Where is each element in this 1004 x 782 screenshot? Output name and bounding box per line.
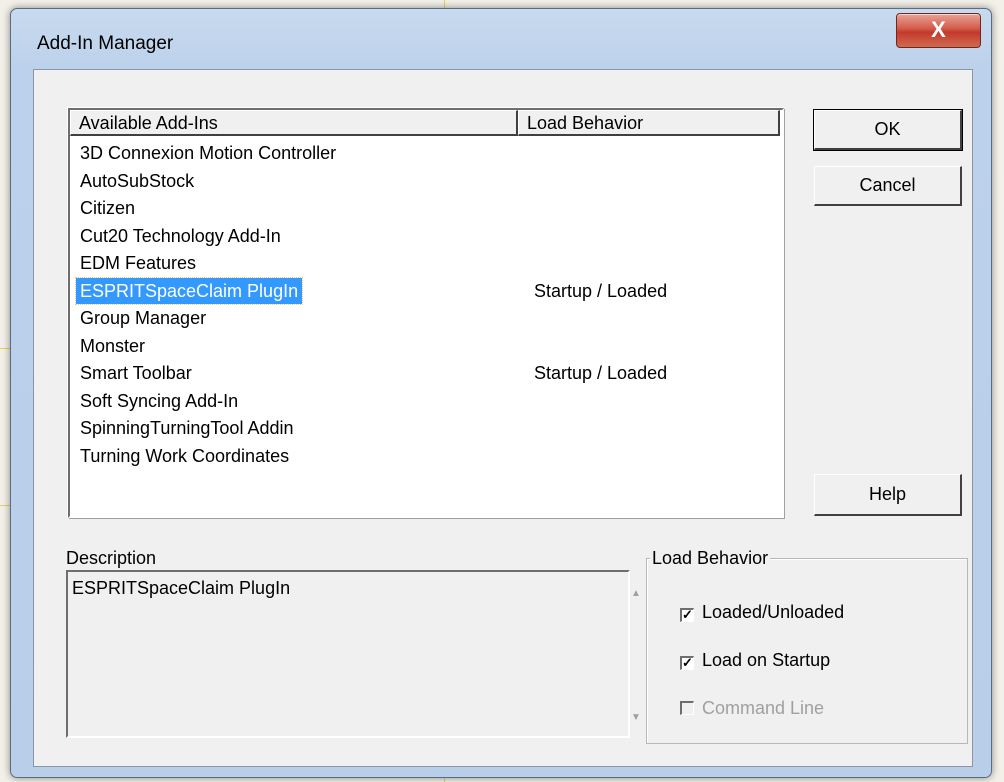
title-bar[interactable]: Add-In Manager X	[11, 9, 991, 73]
add-in-name: AutoSubStock	[80, 170, 195, 191]
command-line-label: Command Line	[702, 698, 825, 718]
list-item[interactable]: Monster	[70, 333, 782, 361]
description-label: Description	[66, 548, 157, 568]
add-in-name: Smart Toolbar	[80, 363, 192, 383]
list-rows: 3D Connexion Motion Controller AutoSubSto…	[70, 140, 782, 470]
list-item[interactable]: SpinningTurningTool Addin	[70, 415, 782, 443]
add-in-name: Group Manager	[80, 308, 207, 328]
scroll-down-arrow-icon[interactable]: ▼	[631, 712, 641, 723]
background-guide-line	[0, 348, 10, 349]
background-guide-line	[0, 505, 10, 506]
list-item[interactable]: Turning Work Coordinates	[70, 443, 782, 471]
cancel-button[interactable]: Cancel	[814, 166, 962, 206]
command-line-checkbox	[680, 701, 694, 715]
add-in-load-behavior: Startup / Loaded	[534, 363, 668, 383]
list-item[interactable]: ESPRITSpaceClaim PlugIn Startup / Loaded	[70, 276, 782, 306]
loaded-unloaded-checkbox[interactable]: ✓	[680, 608, 694, 622]
add-in-name: ESPRITSpaceClaim PlugIn	[74, 276, 304, 305]
column-header-load-behavior[interactable]: Load Behavior	[518, 110, 780, 136]
list-item[interactable]: EDM Features	[70, 250, 782, 278]
add-in-name: Turning Work Coordinates	[80, 445, 290, 466]
list-header: Available Add-Ins Load Behavior	[70, 110, 782, 138]
add-in-name: 3D Connexion Motion Controller	[80, 143, 337, 163]
add-in-manager-dialog: Add-In Manager X Available Add-Ins Load …	[10, 8, 992, 778]
list-item[interactable]: Citizen	[70, 195, 782, 223]
list-item[interactable]: Group Manager	[70, 305, 782, 333]
add-in-name: Cut20 Technology Add-In	[80, 225, 281, 246]
help-button[interactable]: Help	[814, 474, 962, 516]
load-on-startup-checkbox[interactable]: ✓	[680, 656, 694, 670]
description-text: ESPRITSpaceClaim PlugIn	[72, 578, 291, 598]
dialog-title: Add-In Manager	[37, 33, 174, 54]
column-header-available-add-ins[interactable]: Available Add-Ins	[70, 110, 518, 136]
add-in-name: Monster	[80, 335, 146, 356]
add-in-name: SpinningTurningTool Addin	[80, 418, 294, 438]
add-in-load-behavior: Startup / Loaded	[534, 280, 668, 301]
load-on-startup-checkbox-row[interactable]: ✓ Load on Startup	[680, 650, 830, 671]
add-in-name: Citizen	[80, 198, 136, 218]
list-item[interactable]: Soft Syncing Add-In	[70, 388, 782, 416]
list-item[interactable]: AutoSubStock	[70, 168, 782, 196]
add-in-name: Soft Syncing Add-In	[80, 390, 239, 411]
list-item[interactable]: Cut20 Technology Add-In	[70, 223, 782, 251]
loaded-unloaded-checkbox-row[interactable]: ✓ Loaded/Unloaded	[680, 602, 844, 623]
description-textbox[interactable]: ESPRITSpaceClaim PlugIn ▲ ▼	[66, 570, 641, 738]
load-on-startup-label: Load on Startup	[702, 650, 831, 670]
command-line-checkbox-row: Command Line	[680, 698, 824, 719]
load-behavior-group-label: Load Behavior	[650, 548, 771, 569]
add-ins-list[interactable]: Available Add-Ins Load Behavior 3D Conne…	[68, 108, 784, 518]
close-icon: X	[931, 17, 946, 42]
add-in-name: EDM Features	[80, 253, 197, 273]
ok-button[interactable]: OK	[813, 109, 963, 151]
dialog-client-area: Available Add-Ins Load Behavior 3D Conne…	[33, 69, 973, 767]
list-item[interactable]: Smart Toolbar Startup / Loaded	[70, 360, 782, 388]
scroll-up-arrow-icon[interactable]: ▲	[631, 588, 641, 599]
list-item[interactable]: 3D Connexion Motion Controller	[70, 140, 782, 168]
loaded-unloaded-label: Loaded/Unloaded	[702, 602, 845, 622]
close-button[interactable]: X	[896, 13, 981, 48]
